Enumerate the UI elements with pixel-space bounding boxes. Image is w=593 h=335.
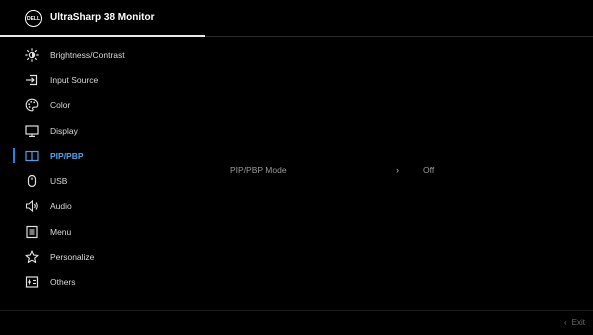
exit-button[interactable]: ‹ Exit [564, 318, 585, 327]
osd-header: DELL UltraSharp 38 Monitor [0, 0, 593, 36]
active-indicator [13, 148, 15, 164]
menu-label: Color [50, 100, 71, 111]
others-icon [25, 275, 39, 289]
menu-label: PIP/PBP [50, 150, 84, 161]
menu-label: Menu [50, 226, 72, 237]
menu-label: USB [50, 176, 68, 187]
chevron-right-icon: › [396, 165, 399, 175]
menu-item-personalize[interactable]: Personalize [0, 244, 200, 269]
dell-logo: DELL [25, 10, 42, 27]
usb-mouse-icon [25, 174, 39, 188]
exit-label: Exit [571, 318, 585, 327]
menu-list-icon [25, 225, 39, 239]
footer-divider [0, 310, 593, 311]
menu-label: Display [50, 125, 78, 136]
osd-window: DELL UltraSharp 38 Monitor Brightness/Co… [0, 0, 593, 335]
menu-label: Audio [50, 201, 72, 212]
menu-item-usb[interactable]: USB [0, 168, 200, 193]
menu-item-input-source[interactable]: Input Source [0, 67, 200, 92]
pip-pbp-mode-label: PIP/PBP Mode [230, 165, 287, 175]
menu-item-display[interactable]: Display [0, 118, 200, 143]
pip-pbp-mode-value: Off [423, 165, 435, 175]
chevron-left-icon: ‹ [563, 318, 567, 327]
menu-item-menu[interactable]: Menu [0, 219, 200, 244]
pip-pbp-icon [25, 149, 39, 163]
monitor-title: UltraSharp 38 Monitor [50, 12, 155, 23]
speaker-icon [25, 199, 39, 213]
menu-item-others[interactable]: Others [0, 270, 200, 295]
input-source-icon [25, 73, 39, 87]
menu-item-pip-pbp[interactable]: PIP/PBP [0, 143, 200, 168]
color-palette-icon [25, 98, 39, 112]
menu-label: Input Source [50, 74, 99, 85]
menu-item-color[interactable]: Color [0, 93, 200, 118]
main-menu: Brightness/Contrast Input Source Color D… [0, 42, 200, 295]
menu-item-audio[interactable]: Audio [0, 194, 200, 219]
menu-item-brightness-contrast[interactable]: Brightness/Contrast [0, 42, 200, 67]
menu-label: Brightness/Contrast [50, 49, 125, 60]
brightness-icon [25, 47, 39, 62]
menu-label: Personalize [50, 252, 95, 263]
display-icon [25, 124, 39, 138]
pip-pbp-mode-row[interactable]: PIP/PBP Mode › Off [230, 163, 450, 177]
logo-text: DELL [26, 15, 41, 22]
menu-label: Others [50, 277, 76, 288]
header-active-underline [0, 35, 205, 37]
star-icon [25, 250, 39, 264]
